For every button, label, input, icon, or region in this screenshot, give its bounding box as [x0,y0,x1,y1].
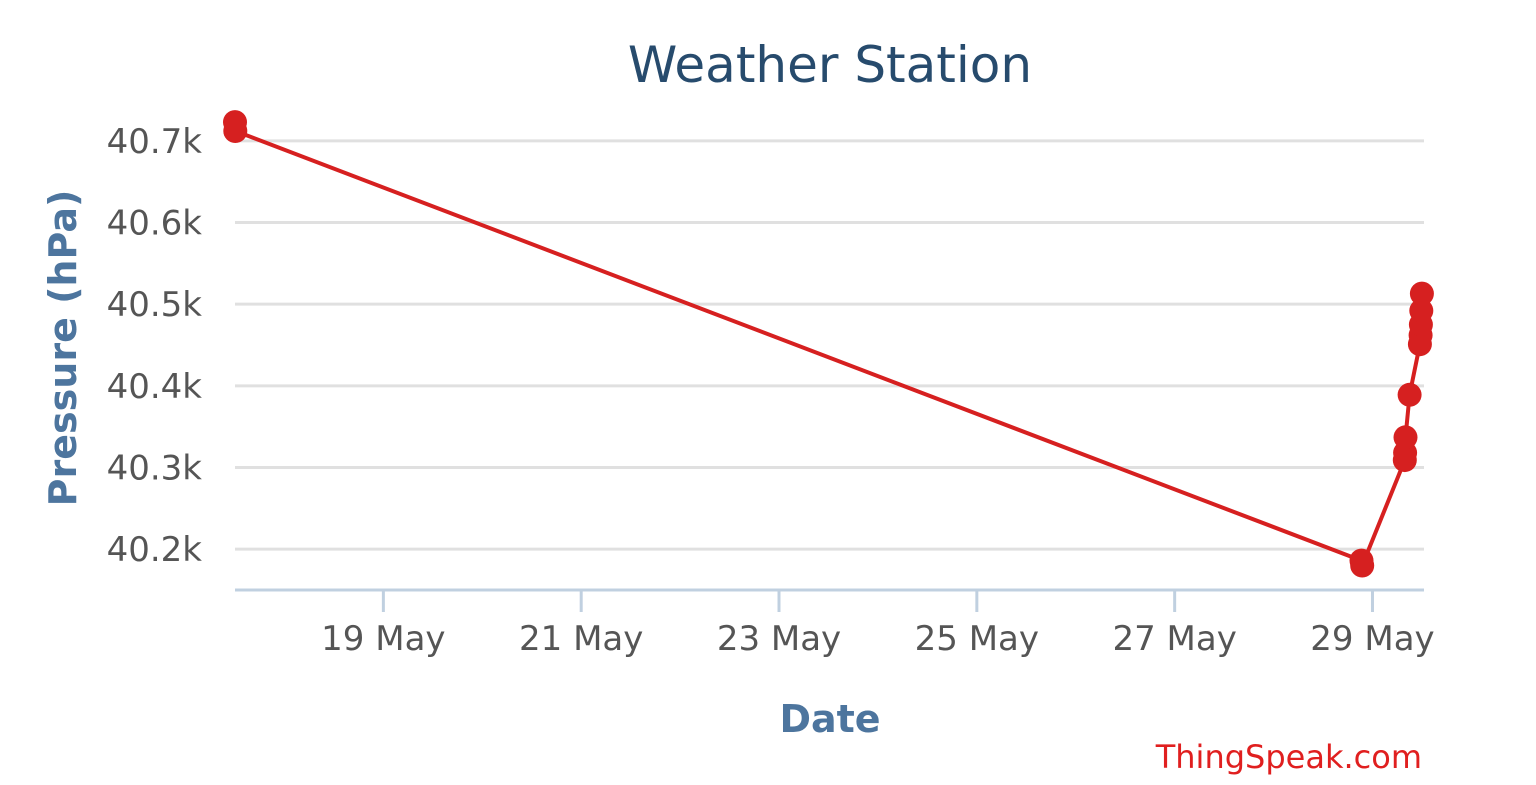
data-point[interactable] [1393,425,1418,450]
x-tick-label: 23 May [717,619,841,659]
series-line [233,122,1424,568]
x-tick-label: 25 May [915,619,1039,659]
x-axis-label: Date [779,697,880,741]
series-layer [223,110,1434,578]
credit-link[interactable]: ThingSpeak.com [1155,738,1422,776]
x-tick-label: 29 May [1310,619,1434,659]
y-axis-label: Pressure (hPa) [41,190,85,507]
x-tick-label: 21 May [519,619,643,659]
x-axis-ticks: 19 May 21 May 23 May 25 May 27 May 29 May [321,590,1435,659]
data-point[interactable] [1397,382,1422,407]
y-tick-label: 40.7k [107,122,203,162]
data-point[interactable] [223,119,248,143]
chart-title: Weather Station [628,36,1032,94]
chart: Weather Station 40.2k 40.3k 40.4k 40.5k 40.6… [41,36,1435,776]
data-point[interactable] [1350,553,1375,578]
grid-lines [235,139,1424,551]
y-tick-label: 40.5k [107,285,203,325]
x-tick-label: 27 May [1112,619,1236,659]
y-tick-label: 40.3k [107,449,203,489]
y-tick-label: 40.2k [107,530,203,570]
y-tick-label: 40.6k [107,204,203,244]
x-tick-label: 19 May [321,619,445,659]
data-point[interactable] [1409,281,1434,306]
y-tick-label: 40.4k [107,367,203,407]
y-axis-ticks: 40.2k 40.3k 40.4k 40.5k 40.6k 40.7k [107,122,203,570]
